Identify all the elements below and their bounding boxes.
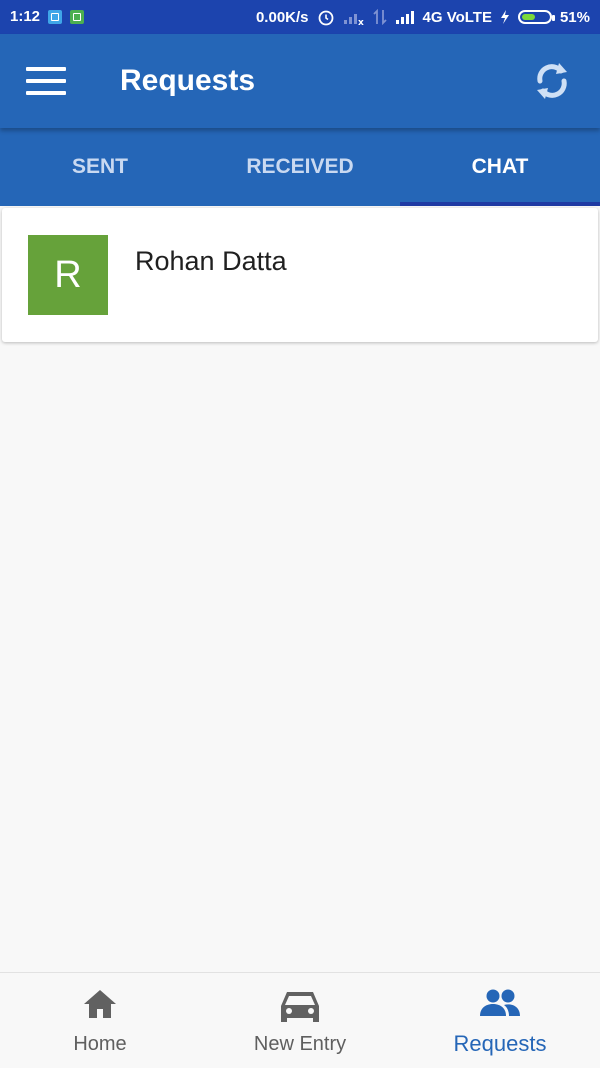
nav-label: Requests	[453, 1031, 547, 1056]
menu-icon[interactable]	[26, 67, 68, 95]
status-time: 1:12	[10, 8, 41, 25]
signal-icon	[395, 11, 414, 24]
tab-label: CHAT	[471, 155, 529, 178]
page-title: Requests	[120, 64, 256, 97]
tab-chat[interactable]: CHAT	[400, 128, 600, 206]
status-bar: 1:12 0.00K/s x 4G VoLTE 51%	[0, 0, 600, 34]
tab-label: RECEIVED	[246, 155, 354, 178]
chat-list-item[interactable]: R Rohan Datta	[2, 208, 598, 342]
tab-received[interactable]: RECEIVED	[200, 128, 400, 206]
charging-icon	[500, 10, 509, 24]
network-speed: 0.00K/s	[255, 8, 309, 26]
nav-label: New Entry	[253, 1033, 347, 1055]
signal-off-icon: x	[343, 14, 364, 25]
tab-bar: SENT RECEIVED CHAT	[0, 128, 600, 206]
battery-percent: 51%	[559, 8, 590, 26]
app-bar: Requests	[0, 34, 600, 128]
home-icon	[84, 990, 116, 1018]
tab-sent[interactable]: SENT	[0, 128, 200, 206]
car-icon	[281, 992, 319, 1022]
usb-icon	[48, 9, 63, 24]
battery-icon	[517, 10, 555, 24]
nav-new-entry[interactable]: New Entry	[200, 973, 400, 1068]
nav-requests[interactable]: Requests	[400, 973, 600, 1068]
avatar-initial: R	[54, 253, 82, 296]
bottom-navigation: Home New Entry Requests	[0, 972, 600, 1068]
avatar: R	[28, 235, 108, 315]
nav-home[interactable]: Home	[0, 973, 200, 1068]
network-type: 4G VoLTE	[422, 8, 492, 26]
tab-label: SENT	[71, 155, 128, 178]
android-icon	[70, 9, 85, 24]
nav-label: Home	[73, 1033, 127, 1055]
refresh-icon[interactable]	[532, 59, 572, 103]
people-icon	[480, 989, 520, 1016]
alarm-icon	[318, 10, 333, 26]
svg-text:x: x	[358, 18, 364, 25]
data-transfer-icon	[372, 9, 387, 25]
contact-name: Rohan Datta	[135, 246, 287, 276]
